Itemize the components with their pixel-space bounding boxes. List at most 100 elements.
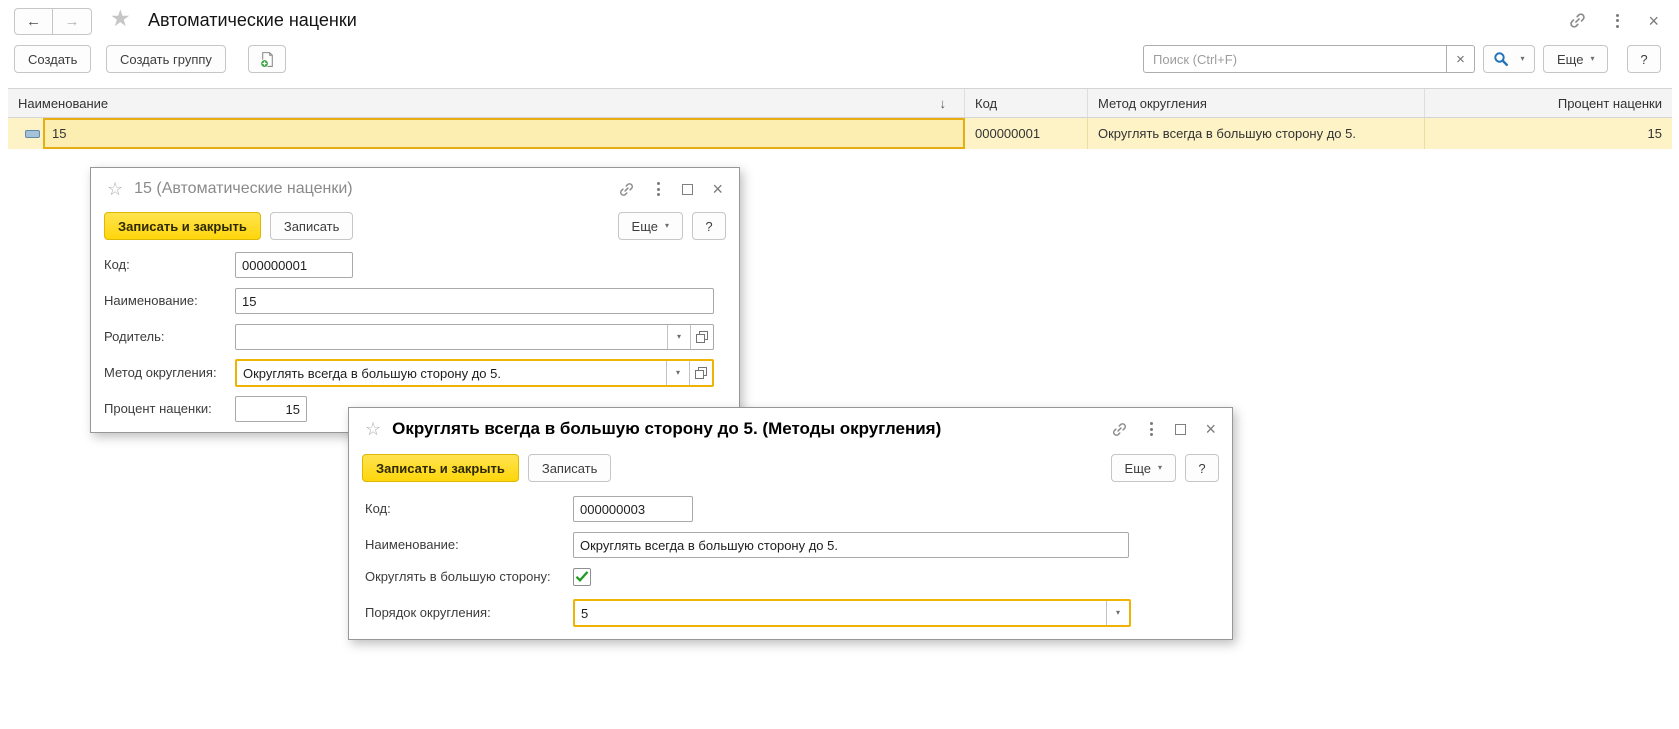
get-link-icon[interactable] <box>1568 11 1587 30</box>
table-header: Наименование ↓ Код Метод округления Проц… <box>8 88 1672 118</box>
method-input[interactable] <box>237 361 666 385</box>
name-input[interactable] <box>574 533 1128 557</box>
parent-label: Родитель: <box>104 324 164 350</box>
column-label: Метод округления <box>1098 96 1207 111</box>
chevron-down-icon: ▾ <box>665 222 669 230</box>
column-header-method[interactable]: Метод округления <box>1088 89 1425 117</box>
close-dialog-icon[interactable]: × <box>1205 420 1216 438</box>
save-button[interactable]: Записать <box>528 454 612 482</box>
code-input[interactable] <box>574 497 692 521</box>
history-nav: ← → <box>14 8 92 35</box>
name-field <box>573 532 1129 558</box>
cell-value: 000000001 <box>975 126 1040 141</box>
order-field: ▾ <box>573 599 1131 627</box>
row-type-cell[interactable] <box>8 118 43 149</box>
favorite-star-icon[interactable]: ☆ <box>365 420 381 438</box>
save-and-close-button[interactable]: Записать и закрыть <box>362 454 519 482</box>
column-header-code[interactable]: Код <box>965 89 1088 117</box>
save-and-close-button[interactable]: Записать и закрыть <box>104 212 261 240</box>
open-icon <box>695 367 707 379</box>
cell-value: Округлять всегда в большую сторону до 5. <box>1098 126 1356 141</box>
create-button[interactable]: Создать <box>14 45 91 73</box>
percent-field <box>235 396 307 422</box>
new-document-icon <box>259 51 276 68</box>
row-cell-name[interactable]: 15 <box>43 118 965 149</box>
save-button[interactable]: Записать <box>270 212 354 240</box>
table-row[interactable]: 15 000000001 Округлять всегда в большую … <box>8 118 1672 149</box>
row-cell-percent[interactable]: 15 <box>1425 118 1672 149</box>
maximize-icon[interactable] <box>682 184 693 195</box>
code-input[interactable] <box>236 253 352 277</box>
column-header-percent[interactable]: Процент наценки <box>1425 89 1672 117</box>
code-field <box>573 496 693 522</box>
search-area: × <box>1143 45 1475 73</box>
column-label: Процент наценки <box>1558 96 1662 111</box>
clear-icon: × <box>1456 51 1465 68</box>
chevron-down-icon: ▾ <box>1520 55 1524 63</box>
create-group-button[interactable]: Создать группу <box>106 45 226 73</box>
search-icon <box>1493 51 1509 67</box>
more-button-label: Еще <box>1557 52 1583 67</box>
help-button[interactable]: ? <box>1627 45 1661 73</box>
method-label: Метод округления: <box>104 360 217 386</box>
app-window: ← → ★ Автоматические наценки × Создать С… <box>0 0 1679 729</box>
order-label: Порядок округления: <box>365 600 491 626</box>
round-up-label: Округлять в большую сторону: <box>365 564 551 590</box>
chevron-down-icon: ▾ <box>677 333 681 341</box>
more-menu-icon[interactable] <box>1613 13 1622 29</box>
method-dropdown-button[interactable]: ▾ <box>666 361 689 385</box>
order-dropdown-button[interactable]: ▾ <box>1106 601 1129 625</box>
search-clear-button[interactable]: × <box>1447 45 1475 73</box>
name-label: Наименование: <box>365 532 459 558</box>
close-dialog-icon[interactable]: × <box>712 180 723 198</box>
get-link-icon[interactable] <box>618 181 635 198</box>
back-button[interactable]: ← <box>14 8 53 35</box>
order-input[interactable] <box>575 601 1106 625</box>
open-icon <box>696 331 708 343</box>
row-cell-code[interactable]: 000000001 <box>965 118 1088 149</box>
help-button[interactable]: ? <box>1185 454 1219 482</box>
dialog-markup-element: ☆ 15 (Автоматические наценки) × Записать… <box>90 167 740 433</box>
round-up-checkbox[interactable] <box>573 568 591 586</box>
create-new-item-button[interactable] <box>248 45 286 73</box>
dialog-titlebar: ☆ Округлять всегда в большую сторону до … <box>349 408 1232 450</box>
window-controls: × <box>1568 11 1659 30</box>
more-button[interactable]: Еще ▾ <box>618 212 683 240</box>
search-input[interactable] <box>1143 45 1447 73</box>
forward-arrow-icon: → <box>65 13 80 30</box>
favorite-star-icon[interactable]: ★ <box>110 4 131 34</box>
method-field: ▾ <box>235 359 714 387</box>
percent-input[interactable] <box>236 397 306 421</box>
forward-button[interactable]: → <box>53 8 92 35</box>
more-button-label: Еще <box>1125 461 1151 476</box>
parent-input[interactable] <box>236 325 667 349</box>
get-link-icon[interactable] <box>1111 421 1128 438</box>
dialog-command-bar: Записать и закрыть Записать Еще ▾ ? <box>362 454 1219 482</box>
chevron-down-icon: ▾ <box>1590 55 1594 63</box>
dialog-window-controls: × <box>1111 420 1216 438</box>
more-button-label: Еще <box>632 219 658 234</box>
parent-open-button[interactable] <box>690 325 713 349</box>
favorite-star-icon[interactable]: ☆ <box>107 180 123 198</box>
dialog-titlebar: ☆ 15 (Автоматические наценки) × <box>91 168 739 210</box>
more-button[interactable]: Еще ▾ <box>1111 454 1176 482</box>
code-label: Код: <box>365 496 391 522</box>
column-header-name[interactable]: Наименование ↓ <box>8 89 965 117</box>
chevron-down-icon: ▾ <box>1158 464 1162 472</box>
maximize-icon[interactable] <box>1175 424 1186 435</box>
more-button[interactable]: Еще ▾ <box>1543 45 1608 73</box>
search-dropdown-button[interactable]: ▾ <box>1483 45 1535 73</box>
column-label: Код <box>975 96 997 111</box>
chevron-down-icon: ▾ <box>1116 609 1120 617</box>
help-button[interactable]: ? <box>692 212 726 240</box>
name-input[interactable] <box>236 289 713 313</box>
list-item-icon <box>25 130 40 138</box>
parent-dropdown-button[interactable]: ▾ <box>667 325 690 349</box>
dialog-window-controls: × <box>618 180 723 198</box>
more-menu-icon[interactable] <box>654 181 663 197</box>
method-open-button[interactable] <box>689 361 712 385</box>
cell-value: 15 <box>1648 126 1662 141</box>
close-window-icon[interactable]: × <box>1648 12 1659 30</box>
row-cell-method[interactable]: Округлять всегда в большую сторону до 5. <box>1088 118 1425 149</box>
more-menu-icon[interactable] <box>1147 421 1156 437</box>
